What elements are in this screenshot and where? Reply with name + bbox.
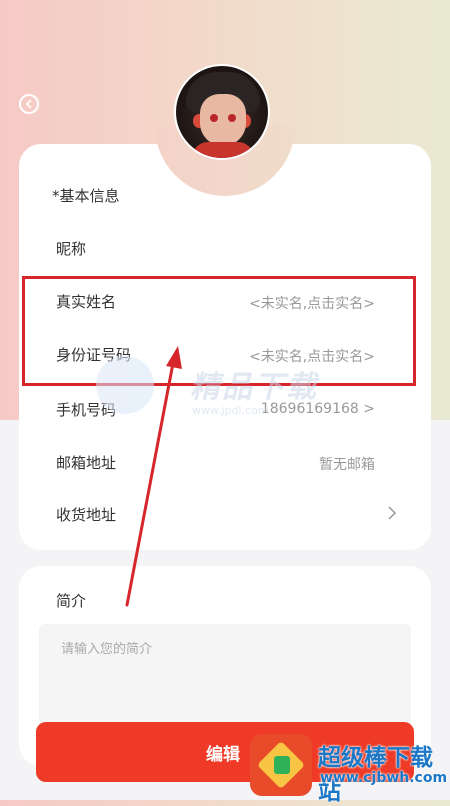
row-email[interactable]: 邮箱地址 暂无邮箱 bbox=[19, 436, 431, 488]
watermark-logo-icon bbox=[96, 356, 154, 414]
row-label: 邮箱地址 bbox=[56, 454, 117, 472]
back-button[interactable] bbox=[19, 94, 39, 114]
avatar[interactable] bbox=[174, 64, 270, 160]
row-label: 昵称 bbox=[56, 240, 87, 258]
section-title-basic-info: *基本信息 bbox=[52, 187, 120, 205]
watermark-text: 精品下载 bbox=[190, 370, 318, 405]
watermark-url: www.jpdl.com bbox=[192, 404, 269, 417]
intro-title: 简介 bbox=[56, 592, 87, 610]
row-shipping-address[interactable]: 收货地址 bbox=[19, 488, 431, 540]
watermark-center: 精品下载 www.jpdl.com bbox=[96, 356, 356, 426]
intro-textarea[interactable] bbox=[39, 624, 411, 734]
chevron-left-icon bbox=[25, 99, 32, 109]
chevron-right-icon bbox=[388, 506, 397, 520]
watermark-bottom-url: www.cjbwh.com bbox=[320, 770, 448, 786]
row-label: 收货地址 bbox=[56, 506, 117, 524]
row-value: 暂无邮箱 bbox=[319, 457, 375, 473]
watermark-bottom-logo-icon bbox=[250, 734, 312, 796]
row-nickname[interactable]: 昵称 bbox=[19, 222, 431, 274]
